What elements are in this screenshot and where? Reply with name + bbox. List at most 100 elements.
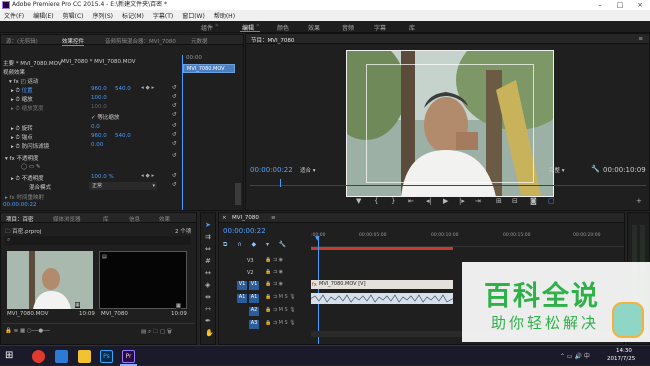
track-icons-a2[interactable]: 🔒 ⇉ M S 🎙 — [265, 307, 296, 313]
close-button[interactable]: × — [630, 0, 650, 10]
blend-mode-select[interactable]: 正常 ▾ — [89, 182, 157, 190]
pen-tool-icon[interactable]: ✒ — [205, 317, 211, 325]
wrench-icon[interactable]: 🔧 — [591, 165, 600, 173]
ec-timecode[interactable]: 00:00:00:22 — [3, 202, 37, 208]
sequence-clip-label[interactable]: MVI_7080 * MVI_7080.MOV — [61, 59, 136, 65]
program-timecode[interactable]: 00:00:00:22 — [250, 166, 293, 174]
time-remap-row[interactable]: ▸ fx 时间重映射 — [5, 193, 44, 201]
timeline-timecode[interactable]: 00:00:00:22 — [223, 227, 266, 235]
project-item-thumbnail-2[interactable]: ▤ ▦ — [99, 251, 187, 309]
video-clip-v1[interactable]: MVI_7080.MOV [V] fx — [311, 280, 453, 289]
opacity-keyframe-icon[interactable]: ◂ ◆ ▸ — [141, 173, 154, 179]
reset-anchor-icon[interactable]: ↺ — [172, 132, 177, 138]
tab-source[interactable]: 源：(无剪辑) — [6, 37, 38, 45]
reset-scale-icon[interactable]: ↺ — [172, 94, 177, 100]
tab-metadata[interactable]: 元数据 — [191, 37, 208, 45]
mark-out-button[interactable]: } — [391, 197, 395, 205]
menu-marker[interactable]: 标记(M) — [122, 11, 144, 20]
track-icons-a1[interactable]: 🔒 ⇉ M S 🎙 — [265, 294, 296, 300]
flicker-value[interactable]: 0.00 — [91, 142, 103, 148]
opacity-value[interactable]: 100.0 % — [91, 174, 114, 180]
clock-time[interactable]: 14:30 — [616, 348, 632, 354]
slide-tool-icon[interactable]: ⇿ — [205, 305, 211, 313]
ec-playhead[interactable] — [182, 55, 183, 210]
browser-icon[interactable] — [32, 350, 45, 363]
timeline-playhead[interactable] — [318, 236, 319, 344]
photoshop-icon[interactable]: Ps — [100, 350, 113, 363]
add-button-plus[interactable]: + — [636, 197, 642, 205]
track-icons-v1[interactable]: 🔒 ⇉ ◉ — [265, 281, 283, 287]
menu-help[interactable]: 帮助(H) — [214, 11, 235, 20]
mark-in-button[interactable]: { — [374, 197, 378, 205]
timeline-sequence-tab[interactable]: MVI_7080 — [232, 215, 259, 221]
tab-project[interactable]: 项目：百密 — [6, 215, 34, 223]
clock-date[interactable]: 2017/7/25 — [607, 356, 635, 362]
ec-clip-bar[interactable]: MVI_7080.MOV — [183, 64, 235, 73]
hand-tool-icon[interactable]: ✋ — [205, 329, 214, 337]
minimize-button[interactable]: – — [590, 0, 610, 10]
anchor-x-value[interactable]: 960.0 — [91, 133, 107, 139]
track-header-a1[interactable]: A1 A1 🔒 ⇉ M S 🎙 — [237, 293, 309, 304]
step-forward-button[interactable]: |▸ — [459, 197, 465, 205]
slip-tool-icon[interactable]: ⇹ — [205, 293, 211, 301]
file-explorer-icon[interactable] — [78, 350, 91, 363]
project-bottom-right-icons[interactable]: ▤ ⌕ 🗀 ▢ 🗑 — [141, 328, 172, 337]
track-select-tool-icon[interactable]: ⇉ — [205, 233, 211, 241]
go-to-out-button[interactable]: ⇥ — [475, 197, 481, 205]
menu-clip[interactable]: 剪辑(C) — [63, 11, 84, 20]
program-time-ruler[interactable] — [250, 180, 646, 186]
timeline-toolbar-icons[interactable]: ⧉ ∩ ◆ ▾ 🔧 — [223, 241, 290, 249]
close-icon[interactable]: × — [222, 215, 227, 221]
reset-blend-icon[interactable]: ↺ — [172, 182, 177, 188]
track-icons-a3[interactable]: 🔒 ⇉ M S 🎙 — [265, 320, 296, 326]
tab-media-browser[interactable]: 媒体浏览器 — [53, 215, 81, 223]
extract-button[interactable]: ⊟ — [512, 197, 518, 205]
razor-tool-icon[interactable]: ◈ — [205, 281, 210, 289]
lift-button[interactable]: ⊞ — [496, 197, 502, 205]
track-icons-v2[interactable]: 🔒 ⇉ ◉ — [265, 269, 283, 275]
project-search-input[interactable]: ⌕ — [5, 236, 191, 245]
track-header-a2[interactable]: A2 🔒 ⇉ M S 🎙 — [237, 306, 309, 317]
source-patch-a1[interactable]: A1 — [237, 294, 247, 303]
reset-position-icon[interactable]: ↺ — [172, 85, 177, 91]
anchor-y-value[interactable]: 540.0 — [115, 133, 131, 139]
workspace-titles[interactable]: 字幕 — [374, 23, 386, 32]
rotation-value[interactable]: 0.0 — [91, 124, 100, 130]
flicker-row[interactable]: ▸ ⏱ 防闪烁滤镜 — [11, 142, 49, 151]
quality-select[interactable]: 完整 ▾ — [549, 166, 583, 175]
step-back-button[interactable]: ◂| — [426, 197, 432, 205]
tab-info[interactable]: 信息 — [129, 215, 140, 223]
menu-sequence[interactable]: 序列(S) — [93, 11, 114, 20]
uniform-scale-checkbox[interactable]: ✓ 等比缩放 — [91, 113, 119, 121]
source-patch-v1[interactable]: V1 — [237, 281, 247, 290]
tab-audio-clip-mixer[interactable]: 音频剪辑混合器：MVI_7080 — [105, 37, 176, 45]
add-marker-button[interactable]: ▼ — [356, 197, 361, 205]
premiere-taskbar-icon[interactable]: Pr — [122, 350, 135, 363]
position-row[interactable]: ▸ ⏱ 位置 — [11, 86, 33, 95]
track-label-v1[interactable]: V1 — [249, 281, 259, 290]
selection-tool-icon[interactable]: ➤ — [205, 221, 211, 229]
timeline-menu-icon[interactable]: ≡ — [271, 215, 276, 221]
project-item-thumbnail-1[interactable]: ▦ — [7, 251, 93, 309]
anchor-row[interactable]: ▸ ⏱ 锚点 — [11, 133, 33, 142]
workspace-assembly[interactable]: 组件 — [201, 23, 213, 32]
track-label-a2[interactable]: A2 — [249, 307, 259, 316]
reset-opacity-icon[interactable]: ↺ — [172, 173, 177, 179]
master-clip-label[interactable]: 主要 * MVI_7080.MOV — [3, 59, 62, 67]
ripple-edit-tool-icon[interactable]: ⇔ — [205, 245, 211, 253]
reset-flicker-icon[interactable]: ↺ — [172, 141, 177, 147]
export-frame-button[interactable]: ◙ — [530, 197, 537, 205]
reset-opacity-group-icon[interactable]: ↺ — [172, 153, 177, 159]
project-bottom-icons[interactable]: 🔒 ≡ ▦ ○──●── — [5, 328, 50, 334]
workspace-effects[interactable]: 效果 — [308, 23, 320, 32]
workspace-color[interactable]: 颜色 — [277, 23, 289, 32]
menu-title[interactable]: 字幕(T) — [153, 11, 173, 20]
reset-scale-width-icon[interactable]: ↺ — [172, 103, 177, 109]
reset-rotation-icon[interactable]: ↺ — [172, 123, 177, 129]
go-to-in-button[interactable]: ⇤ — [408, 197, 414, 205]
track-icons-v3[interactable]: 🔒 ⇉ ◉ — [265, 257, 283, 263]
menu-file[interactable]: 文件(F) — [4, 11, 24, 20]
ec-scrollbar[interactable] — [235, 183, 241, 205]
workspace-audio[interactable]: 音频 — [342, 23, 354, 32]
rotation-row[interactable]: ▸ ⏱ 旋转 — [11, 124, 33, 133]
